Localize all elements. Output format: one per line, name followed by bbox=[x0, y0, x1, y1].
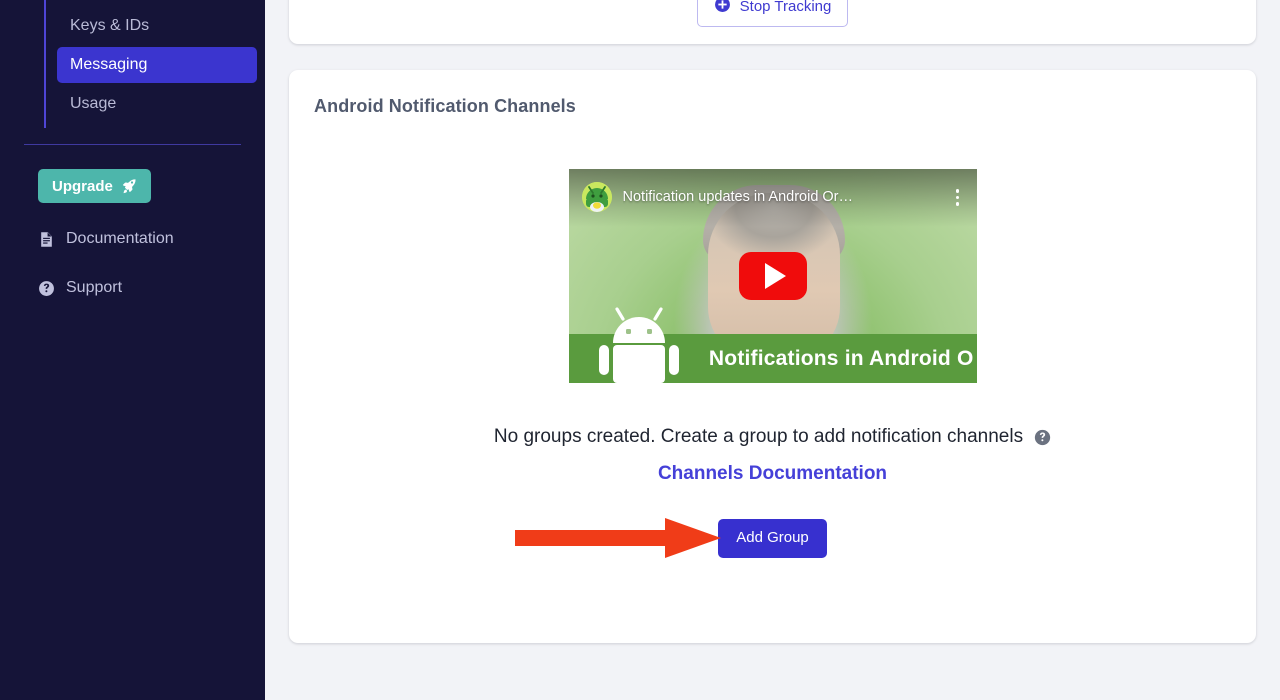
main-content: Stop Tracking Android Notification Chann… bbox=[265, 0, 1280, 700]
android-robot-icon bbox=[598, 307, 679, 383]
channels-documentation-link[interactable]: Channels Documentation bbox=[314, 463, 1231, 485]
youtube-video-embed[interactable]: Notifications in Android O Notification … bbox=[568, 169, 977, 383]
sidebar-item-label: Usage bbox=[70, 95, 117, 112]
channel-avatar-android-icon bbox=[581, 182, 612, 212]
sidebar-nav-group: Keys & IDs Messaging Usage bbox=[0, 0, 265, 128]
page-title: Android Notification Channels bbox=[314, 96, 576, 116]
empty-state-message-row: No groups created. Create a group to add… bbox=[314, 426, 1231, 448]
rocket-icon bbox=[121, 178, 137, 194]
play-triangle bbox=[764, 263, 786, 289]
add-group-button[interactable]: Add Group bbox=[718, 519, 827, 558]
support-link[interactable]: Support bbox=[0, 275, 265, 301]
help-circle-icon[interactable] bbox=[1034, 429, 1051, 446]
upgrade-section: Upgrade bbox=[0, 145, 265, 203]
sidebar: Keys & IDs Messaging Usage Upgrade Docum… bbox=[0, 0, 265, 700]
app-root: Keys & IDs Messaging Usage Upgrade Docum… bbox=[0, 0, 1280, 700]
stop-tracking-label: Stop Tracking bbox=[739, 0, 832, 15]
document-icon bbox=[38, 231, 55, 248]
add-group-label: Add Group bbox=[736, 529, 809, 546]
add-group-row: Add Group bbox=[314, 518, 1231, 559]
sidebar-item-messaging[interactable]: Messaging bbox=[57, 47, 257, 83]
sidebar-item-label: Messaging bbox=[70, 56, 148, 73]
documentation-link[interactable]: Documentation bbox=[0, 226, 265, 252]
upgrade-button-label: Upgrade bbox=[52, 177, 113, 195]
empty-state-message: No groups created. Create a group to add… bbox=[493, 426, 1024, 447]
video-caption-text: Notifications in Android O bbox=[708, 346, 974, 370]
documentation-link-label: Documentation bbox=[66, 230, 174, 247]
stop-tracking-button[interactable]: Stop Tracking bbox=[696, 0, 849, 27]
android-notification-channels-card: Android Notification Channels Notificati… bbox=[289, 70, 1256, 643]
video-title: Notification updates in Android Or… bbox=[622, 189, 854, 205]
question-circle-icon bbox=[38, 280, 55, 297]
plus-circle-icon bbox=[714, 0, 731, 18]
sidebar-nav-rail bbox=[44, 0, 46, 128]
sidebar-item-usage[interactable]: Usage bbox=[57, 86, 257, 122]
sidebar-item-keys-ids[interactable]: Keys & IDs bbox=[57, 8, 257, 44]
sidebar-item-label: Keys & IDs bbox=[70, 17, 150, 34]
support-link-label: Support bbox=[66, 279, 123, 296]
red-arrow-annotation bbox=[515, 518, 721, 559]
tracking-card: Stop Tracking bbox=[289, 0, 1256, 44]
upgrade-button[interactable]: Upgrade bbox=[38, 169, 151, 203]
play-button-icon[interactable] bbox=[738, 252, 807, 300]
more-vertical-icon[interactable] bbox=[950, 182, 966, 209]
sidebar-nav-items: Keys & IDs Messaging Usage bbox=[24, 0, 265, 122]
video-top-bar: Notification updates in Android Or… bbox=[568, 169, 977, 227]
